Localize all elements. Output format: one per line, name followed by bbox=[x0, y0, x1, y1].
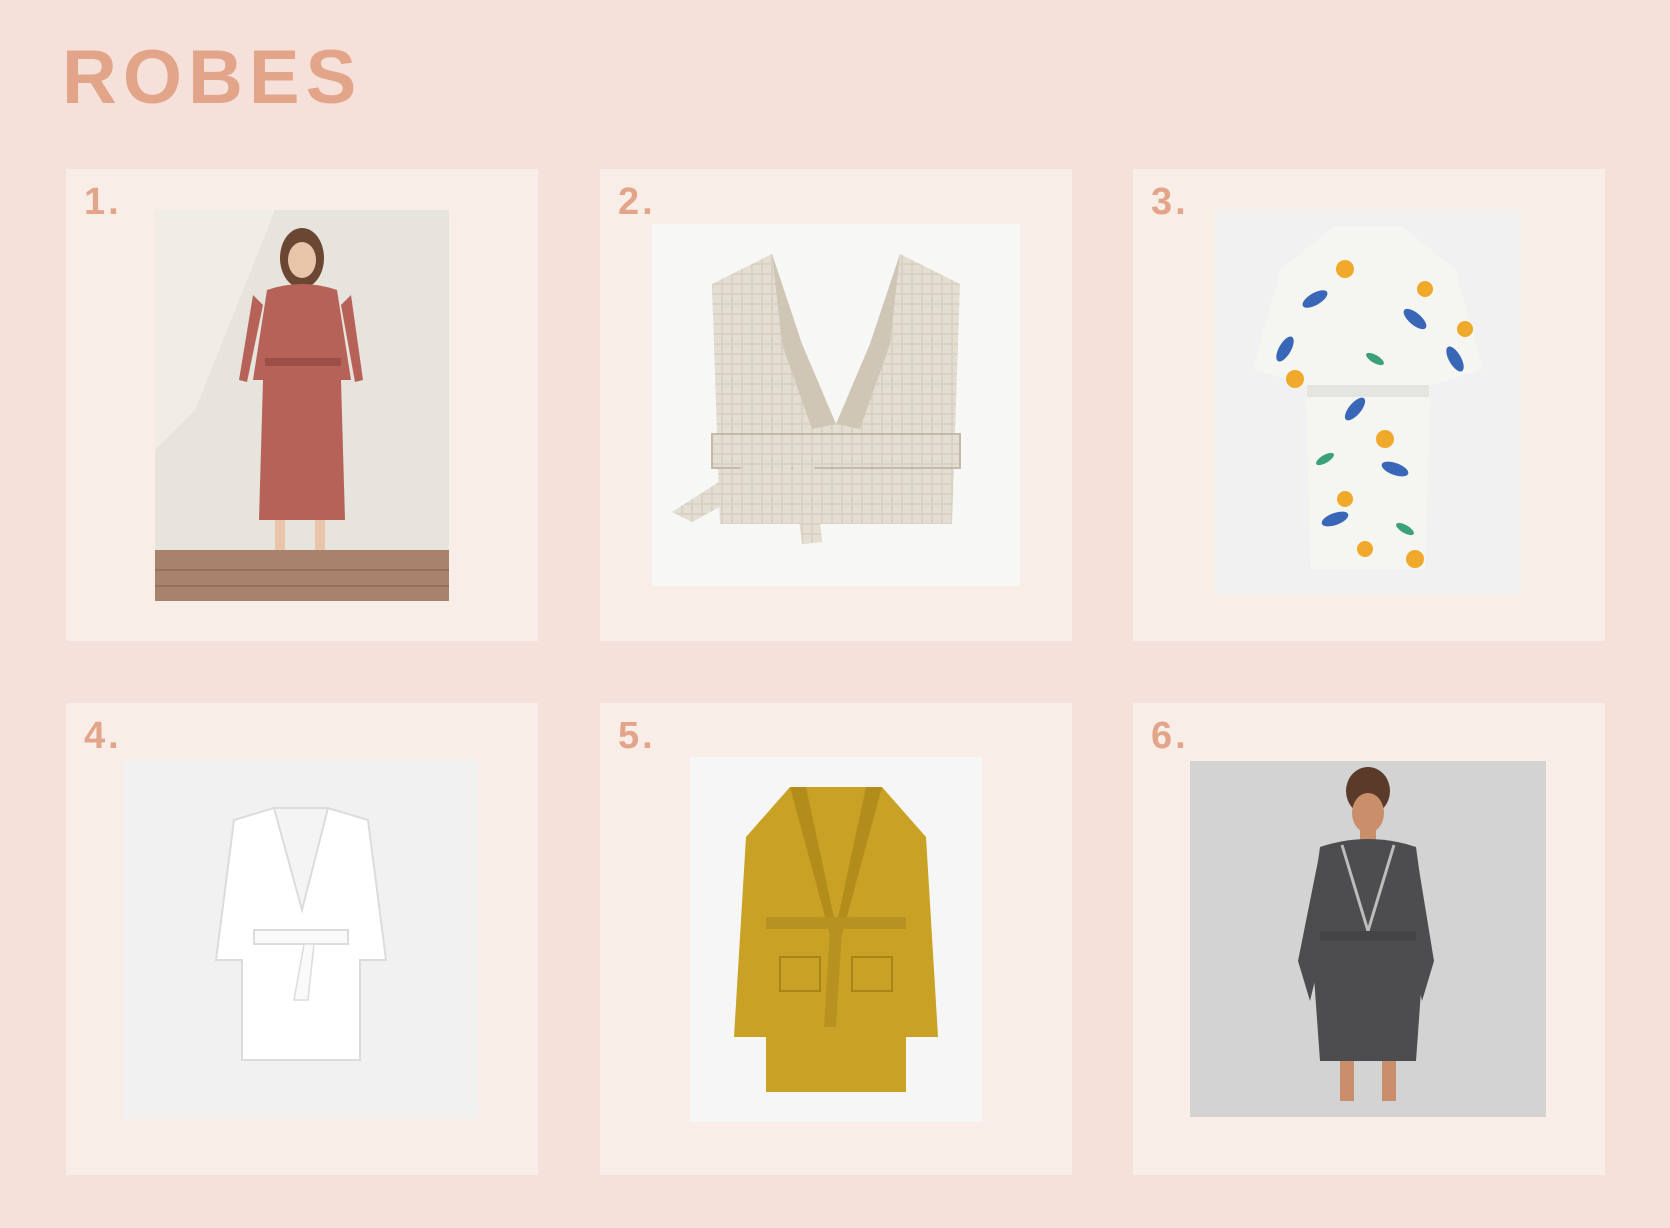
product-card-3[interactable]: 3. bbox=[1133, 169, 1605, 641]
product-card-5[interactable]: 5. bbox=[600, 703, 1072, 1175]
product-image-gray-robe[interactable] bbox=[1190, 761, 1546, 1117]
product-number: 2. bbox=[618, 181, 656, 223]
product-image-mustard-robe[interactable] bbox=[690, 757, 982, 1122]
product-card-2[interactable]: 2. bbox=[600, 169, 1072, 641]
product-number: 3. bbox=[1151, 181, 1189, 223]
product-card-4[interactable]: 4. bbox=[66, 703, 538, 1175]
product-image-rose-robe[interactable] bbox=[155, 210, 449, 601]
page-title: ROBES bbox=[62, 35, 363, 120]
product-image-waffle-robe[interactable] bbox=[652, 224, 1020, 586]
product-card-6[interactable]: 6. bbox=[1133, 703, 1605, 1175]
product-number: 5. bbox=[618, 715, 656, 757]
product-number: 4. bbox=[84, 715, 122, 757]
product-card-1[interactable]: 1. bbox=[66, 169, 538, 641]
product-number: 1. bbox=[84, 181, 122, 223]
product-image-white-robe[interactable] bbox=[124, 760, 478, 1119]
product-number: 6. bbox=[1151, 715, 1189, 757]
product-image-lemon-kimono[interactable] bbox=[1215, 209, 1521, 595]
